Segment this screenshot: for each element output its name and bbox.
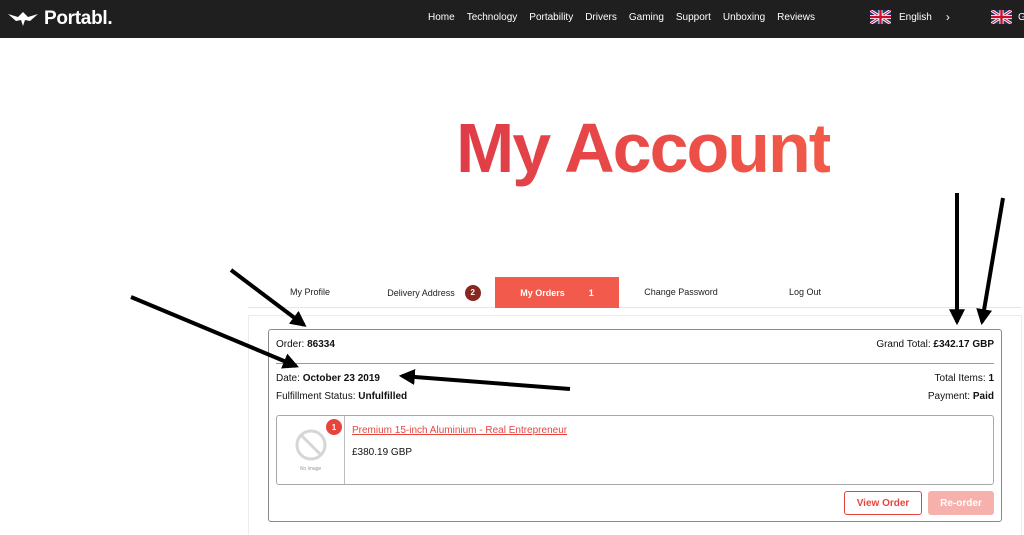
tab-label: My Profile [289, 286, 330, 297]
language-label-partial: G [1018, 11, 1024, 23]
no-image-label: No image [299, 466, 322, 472]
nav-unboxing[interactable]: Unboxing [723, 12, 765, 23]
orders-count-badge: 1 [588, 287, 594, 298]
tab-log-out[interactable]: Log Out [743, 276, 867, 307]
total-items-value: 1 [988, 373, 994, 384]
order-card: Order: 86334 Grand Total: £342.17 GBP Da… [268, 329, 1002, 522]
order-number-value: 86334 [307, 339, 335, 350]
reorder-button[interactable]: Re-order [928, 491, 994, 515]
tab-change-password[interactable]: Change Password [619, 276, 743, 307]
no-image-icon [295, 429, 326, 461]
fulfillment-label: Fulfillment Status: [276, 391, 356, 402]
uk-flag-icon [991, 10, 1012, 24]
item-quantity-badge: 1 [326, 419, 342, 435]
nav-reviews[interactable]: Reviews [777, 12, 815, 23]
main-nav: Home Technology Portability Drivers Gami… [428, 12, 827, 23]
nav-gaming[interactable]: Gaming [629, 12, 664, 23]
tab-label: Delivery Address [387, 287, 455, 298]
product-name-link[interactable]: Premium 15-inch Aluminium - Real Entrepr… [352, 425, 567, 436]
grand-total-value: £342.17 GBP [933, 339, 994, 350]
order-number-label: Order: [276, 339, 305, 350]
uk-flag-icon [870, 10, 891, 24]
language-selector[interactable]: English › [870, 10, 950, 24]
total-items-label: Total Items: [934, 373, 986, 384]
view-order-button[interactable]: View Order [844, 491, 922, 515]
delivery-count-badge: 2 [464, 284, 481, 301]
nav-portability[interactable]: Portability [529, 12, 573, 23]
language-selector-secondary[interactable]: G [991, 10, 1024, 24]
tab-label: My Orders [520, 287, 565, 298]
payment-value: Paid [972, 391, 994, 402]
page-title: My Account [456, 109, 832, 187]
account-tabs: My Profile Delivery Address 2 My Orders … [248, 277, 1022, 308]
payment-label: Payment: [927, 391, 971, 402]
fulfillment-value: Unfulfilled [358, 391, 408, 402]
nav-support[interactable]: Support [676, 12, 711, 23]
order-date-value: October 23 2019 [302, 373, 380, 384]
order-date: Date: October 23 2019 [276, 373, 380, 384]
brand-name: Portabl. [44, 8, 113, 29]
nav-drivers[interactable]: Drivers [585, 12, 617, 23]
grand-total: Grand Total: £342.17 GBP [876, 339, 994, 350]
order-divider [276, 363, 994, 364]
product-price: £380.19 GBP [352, 447, 413, 458]
nav-home[interactable]: Home [428, 12, 455, 23]
tab-my-orders[interactable]: My Orders 1 [495, 277, 619, 308]
nav-technology[interactable]: Technology [467, 12, 518, 23]
language-label: English [899, 11, 932, 23]
grand-total-label: Grand Total: [876, 339, 931, 350]
total-items: Total Items: 1 [935, 373, 994, 384]
order-line-item: No image 1 Premium 15-inch Aluminium - R… [276, 415, 994, 485]
top-navbar: Portabl. Home Technology Portability Dri… [0, 0, 1024, 38]
bird-logo-icon [8, 12, 38, 26]
order-number: Order: 86334 [276, 339, 335, 350]
chevron-right-icon: › [945, 10, 950, 24]
brand-logo[interactable]: Portabl. [8, 8, 113, 29]
tab-delivery-address[interactable]: Delivery Address 2 [372, 277, 496, 308]
tab-label: Log Out [788, 286, 822, 297]
tab-my-profile[interactable]: My Profile [248, 276, 372, 307]
order-date-label: Date: [276, 373, 300, 384]
tab-label: Change Password [644, 286, 718, 297]
fulfillment-status: Fulfillment Status: Unfulfilled [276, 391, 407, 402]
payment-status: Payment: Paid [928, 391, 994, 402]
